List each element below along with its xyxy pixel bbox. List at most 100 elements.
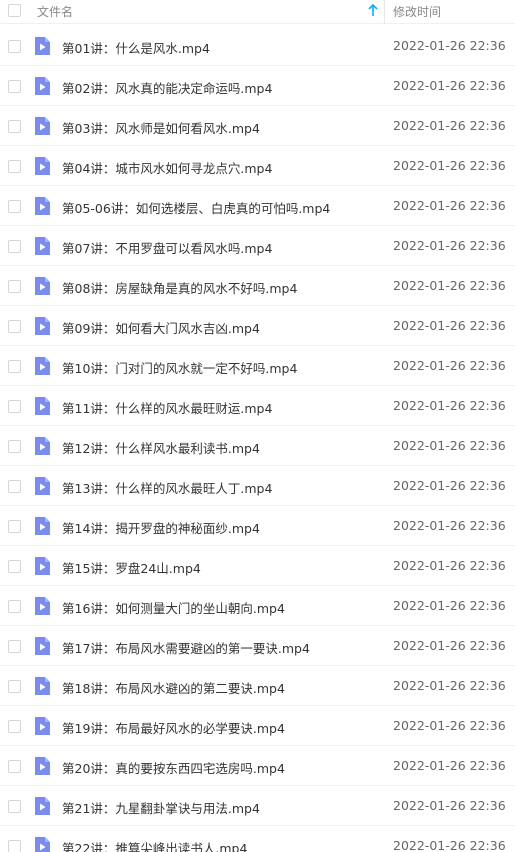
file-row[interactable]: 第05-06讲：如何选楼层、白虎真的可怕吗.mp4 2022-01-26 22:… (0, 186, 515, 226)
file-row[interactable]: 第09讲：如何看大门风水吉凶.mp4 2022-01-26 22:36 (0, 306, 515, 346)
file-name[interactable]: 第18讲：布局风水避凶的第二要诀.mp4 (62, 678, 285, 697)
video-file-icon (33, 36, 51, 56)
file-row[interactable]: 第01讲：什么是风水.mp4 2022-01-26 22:36 (0, 26, 515, 66)
row-checkbox[interactable] (8, 640, 21, 653)
row-checkbox[interactable] (8, 280, 21, 293)
file-row[interactable]: 第16讲：如何测量大门的坐山朝向.mp4 2022-01-26 22:36 (0, 586, 515, 626)
file-row[interactable]: 第22讲：推算尖峰出读书人.mp4 2022-01-26 22:36 (0, 826, 515, 852)
file-name[interactable]: 第05-06讲：如何选楼层、白虎真的可怕吗.mp4 (62, 198, 330, 217)
row-checkbox[interactable] (8, 600, 21, 613)
row-checkbox[interactable] (8, 480, 21, 493)
file-name[interactable]: 第11讲：什么样的风水最旺财运.mp4 (62, 398, 272, 417)
arrow-up-icon[interactable] (367, 2, 379, 18)
row-checkbox[interactable] (8, 680, 21, 693)
file-row[interactable]: 第11讲：什么样的风水最旺财运.mp4 2022-01-26 22:36 (0, 386, 515, 426)
file-row[interactable]: 第18讲：布局风水避凶的第二要诀.mp4 2022-01-26 22:36 (0, 666, 515, 706)
video-file-icon (33, 476, 51, 496)
row-checkbox[interactable] (8, 120, 21, 133)
row-checkbox[interactable] (8, 520, 21, 533)
file-name[interactable]: 第02讲：风水真的能决定命运吗.mp4 (62, 78, 272, 97)
file-name[interactable]: 第04讲：城市风水如何寻龙点穴.mp4 (62, 158, 272, 177)
video-file-icon (33, 276, 51, 296)
row-checkbox[interactable] (8, 760, 21, 773)
row-checkbox[interactable] (8, 240, 21, 253)
file-modified-time: 2022-01-26 22:36 (393, 798, 506, 813)
video-file-icon (33, 756, 51, 776)
row-checkbox[interactable] (8, 360, 21, 373)
file-row[interactable]: 第13讲：什么样的风水最旺人丁.mp4 2022-01-26 22:36 (0, 466, 515, 506)
file-row[interactable]: 第19讲：布局最好风水的必学要诀.mp4 2022-01-26 22:36 (0, 706, 515, 746)
file-modified-time: 2022-01-26 22:36 (393, 678, 506, 693)
file-name[interactable]: 第17讲：布局风水需要避凶的第一要诀.mp4 (62, 638, 310, 657)
column-header-modified-time[interactable]: 修改时间 (393, 3, 441, 20)
video-file-icon (33, 156, 51, 176)
file-name[interactable]: 第19讲：布局最好风水的必学要诀.mp4 (62, 718, 285, 737)
video-file-icon (33, 76, 51, 96)
select-all-checkbox[interactable] (8, 4, 21, 17)
row-checkbox[interactable] (8, 400, 21, 413)
file-name[interactable]: 第03讲：风水师是如何看风水.mp4 (62, 118, 260, 137)
file-modified-time: 2022-01-26 22:36 (393, 478, 506, 493)
file-row[interactable]: 第02讲：风水真的能决定命运吗.mp4 2022-01-26 22:36 (0, 66, 515, 106)
row-checkbox[interactable] (8, 160, 21, 173)
row-checkbox[interactable] (8, 320, 21, 333)
file-modified-time: 2022-01-26 22:36 (393, 118, 506, 133)
row-checkbox[interactable] (8, 840, 21, 852)
video-file-icon (33, 636, 51, 656)
row-checkbox[interactable] (8, 40, 21, 53)
file-name[interactable]: 第20讲：真的要按东西四宅选房吗.mp4 (62, 758, 285, 777)
file-modified-time: 2022-01-26 22:36 (393, 278, 506, 293)
file-list-header: 文件名 修改时间 (0, 0, 515, 24)
file-name[interactable]: 第21讲：九星翻卦掌诀与用法.mp4 (62, 798, 260, 817)
file-name[interactable]: 第14讲：揭开罗盘的神秘面纱.mp4 (62, 518, 260, 537)
row-checkbox[interactable] (8, 440, 21, 453)
file-row[interactable]: 第07讲：不用罗盘可以看风水吗.mp4 2022-01-26 22:36 (0, 226, 515, 266)
file-name[interactable]: 第15讲：罗盘24山.mp4 (62, 558, 201, 577)
file-name[interactable]: 第13讲：什么样的风水最旺人丁.mp4 (62, 478, 272, 497)
file-name[interactable]: 第22讲：推算尖峰出读书人.mp4 (62, 838, 247, 852)
video-file-icon (33, 116, 51, 136)
video-file-icon (33, 796, 51, 816)
file-row[interactable]: 第08讲：房屋缺角是真的风水不好吗.mp4 2022-01-26 22:36 (0, 266, 515, 306)
column-header-filename[interactable]: 文件名 (37, 3, 73, 20)
file-name[interactable]: 第01讲：什么是风水.mp4 (62, 38, 210, 57)
file-name[interactable]: 第12讲：什么样风水最利读书.mp4 (62, 438, 260, 457)
file-modified-time: 2022-01-26 22:36 (393, 838, 506, 852)
row-checkbox[interactable] (8, 200, 21, 213)
file-modified-time: 2022-01-26 22:36 (393, 518, 506, 533)
file-modified-time: 2022-01-26 22:36 (393, 438, 506, 453)
file-modified-time: 2022-01-26 22:36 (393, 78, 506, 93)
row-checkbox[interactable] (8, 80, 21, 93)
video-file-icon (33, 356, 51, 376)
row-checkbox[interactable] (8, 800, 21, 813)
file-modified-time: 2022-01-26 22:36 (393, 558, 506, 573)
file-rows: 第01讲：什么是风水.mp4 2022-01-26 22:36 第02讲：风水真… (0, 26, 515, 852)
file-row[interactable]: 第04讲：城市风水如何寻龙点穴.mp4 2022-01-26 22:36 (0, 146, 515, 186)
row-checkbox[interactable] (8, 560, 21, 573)
file-row[interactable]: 第21讲：九星翻卦掌诀与用法.mp4 2022-01-26 22:36 (0, 786, 515, 826)
file-name[interactable]: 第08讲：房屋缺角是真的风水不好吗.mp4 (62, 278, 297, 297)
file-name[interactable]: 第07讲：不用罗盘可以看风水吗.mp4 (62, 238, 272, 257)
file-modified-time: 2022-01-26 22:36 (393, 318, 506, 333)
file-row[interactable]: 第12讲：什么样风水最利读书.mp4 2022-01-26 22:36 (0, 426, 515, 466)
file-modified-time: 2022-01-26 22:36 (393, 198, 506, 213)
video-file-icon (33, 716, 51, 736)
video-file-icon (33, 516, 51, 536)
file-name[interactable]: 第09讲：如何看大门风水吉凶.mp4 (62, 318, 260, 337)
video-file-icon (33, 236, 51, 256)
row-checkbox[interactable] (8, 720, 21, 733)
file-name[interactable]: 第16讲：如何测量大门的坐山朝向.mp4 (62, 598, 285, 617)
file-row[interactable]: 第14讲：揭开罗盘的神秘面纱.mp4 2022-01-26 22:36 (0, 506, 515, 546)
column-divider[interactable] (384, 0, 385, 24)
file-modified-time: 2022-01-26 22:36 (393, 758, 506, 773)
file-row[interactable]: 第20讲：真的要按东西四宅选房吗.mp4 2022-01-26 22:36 (0, 746, 515, 786)
file-modified-time: 2022-01-26 22:36 (393, 638, 506, 653)
video-file-icon (33, 556, 51, 576)
video-file-icon (33, 196, 51, 216)
file-row[interactable]: 第17讲：布局风水需要避凶的第一要诀.mp4 2022-01-26 22:36 (0, 626, 515, 666)
file-modified-time: 2022-01-26 22:36 (393, 238, 506, 253)
file-row[interactable]: 第15讲：罗盘24山.mp4 2022-01-26 22:36 (0, 546, 515, 586)
file-row[interactable]: 第10讲：门对门的风水就一定不好吗.mp4 2022-01-26 22:36 (0, 346, 515, 386)
file-name[interactable]: 第10讲：门对门的风水就一定不好吗.mp4 (62, 358, 297, 377)
file-row[interactable]: 第03讲：风水师是如何看风水.mp4 2022-01-26 22:36 (0, 106, 515, 146)
